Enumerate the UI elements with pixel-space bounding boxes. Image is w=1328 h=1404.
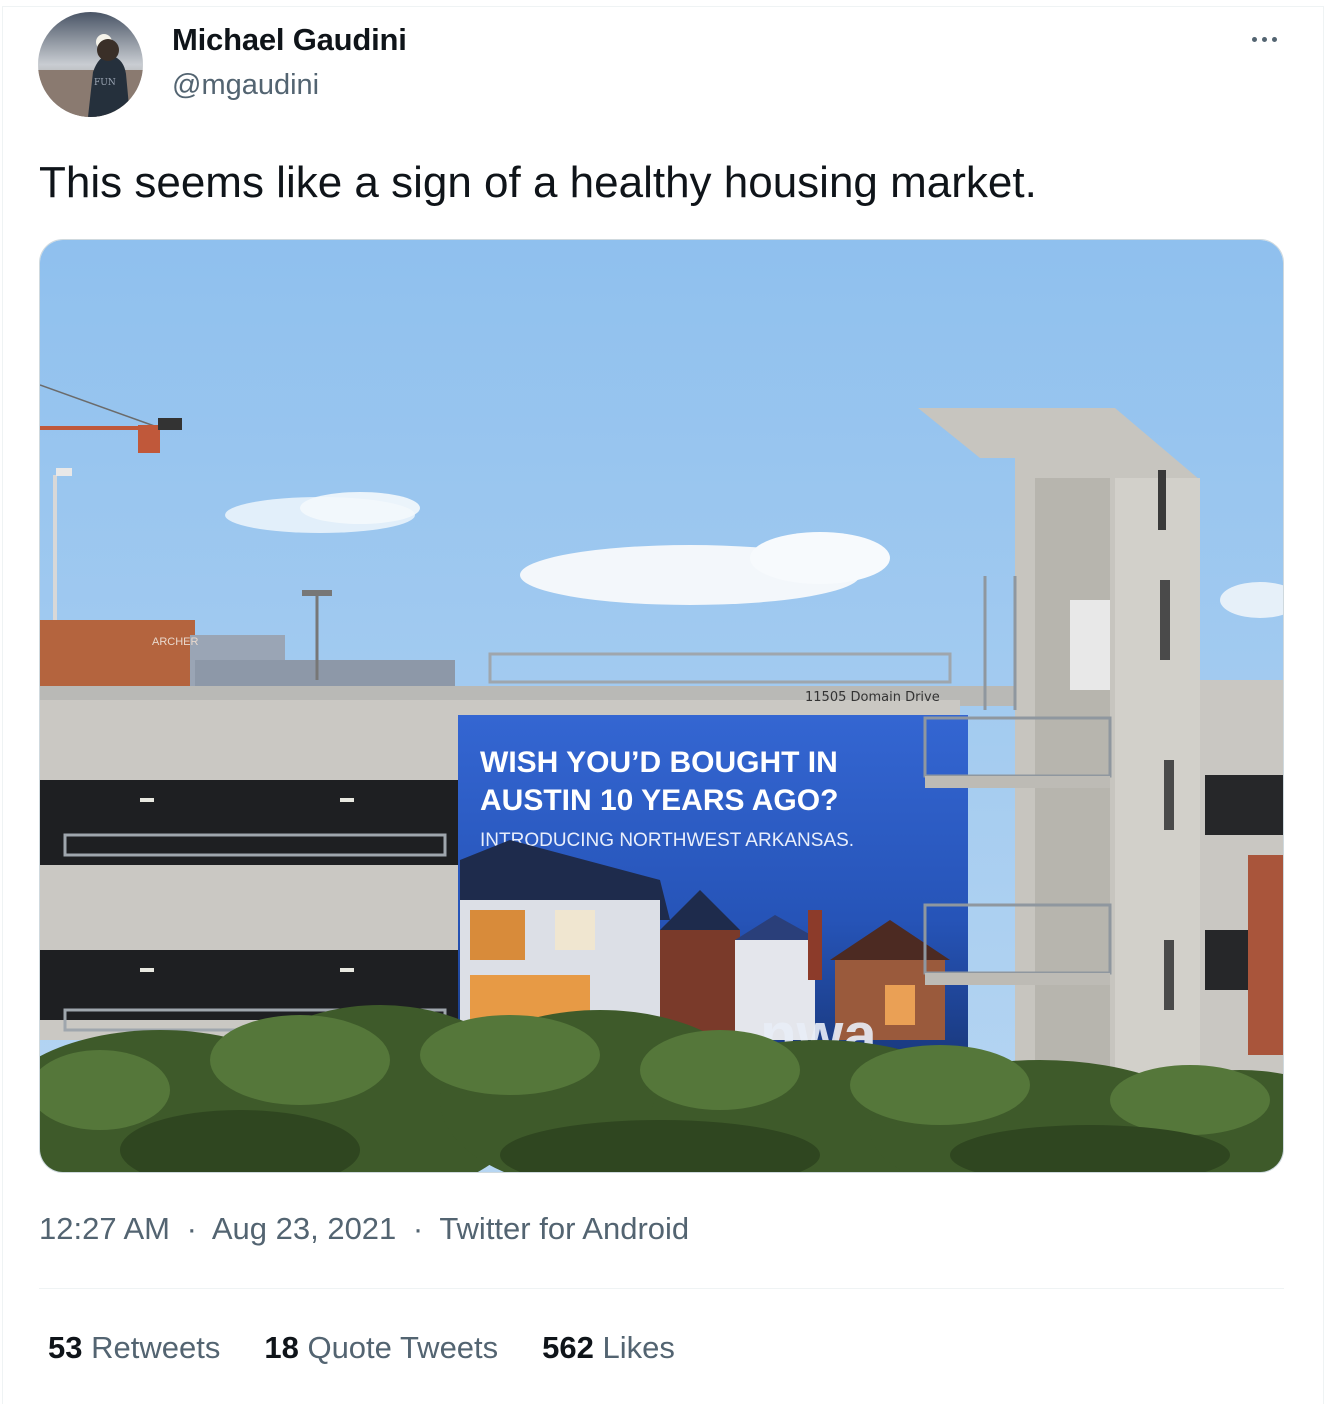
- tweet-meta: 12:27 AM · Aug 23, 2021 · Twitter for An…: [39, 1211, 689, 1247]
- svg-text:FUN: FUN: [94, 78, 116, 88]
- photo-address: 11505 Domain Drive: [805, 690, 940, 705]
- meta-separator: ·: [412, 1211, 424, 1246]
- more-options-icon[interactable]: [1244, 22, 1284, 56]
- quote-tweets-label: Quote Tweets: [307, 1330, 499, 1365]
- likes-stat[interactable]: 562 Likes: [542, 1330, 675, 1366]
- tweet-date[interactable]: Aug 23, 2021: [212, 1211, 396, 1246]
- quote-tweets-stat[interactable]: 18 Quote Tweets: [264, 1330, 498, 1366]
- tweet-client[interactable]: Twitter for Android: [439, 1211, 689, 1246]
- retweets-count: 53: [48, 1330, 83, 1365]
- building-sign: ARCHER: [152, 636, 199, 648]
- quote-tweets-count: 18: [264, 1330, 299, 1365]
- billboard-line-1: WISH YOU’D BOUGHT IN: [480, 746, 838, 779]
- tweet-text: This seems like a sign of a healthy hous…: [39, 158, 1037, 207]
- retweets-stat[interactable]: 53 Retweets: [48, 1330, 220, 1366]
- tweet-photo[interactable]: ARCHER 11505 Domain Drive WISH YOU’D BOU…: [39, 239, 1284, 1173]
- likes-count: 562: [542, 1330, 594, 1365]
- author-handle[interactable]: @mgaudini: [172, 69, 319, 102]
- billboard-line-2: AUSTIN 10 YEARS AGO?: [480, 784, 838, 817]
- avatar[interactable]: FUN: [38, 12, 143, 117]
- tweet-time[interactable]: 12:27 AM: [39, 1211, 170, 1246]
- divider: [39, 1288, 1284, 1289]
- meta-separator: ·: [186, 1211, 197, 1246]
- likes-label: Likes: [602, 1330, 675, 1365]
- retweets-label: Retweets: [91, 1330, 221, 1365]
- avatar-image: FUN: [38, 12, 143, 117]
- author-name[interactable]: Michael Gaudini: [172, 22, 407, 58]
- tweet-stats: 53 Retweets 18 Quote Tweets 562 Likes: [48, 1330, 719, 1366]
